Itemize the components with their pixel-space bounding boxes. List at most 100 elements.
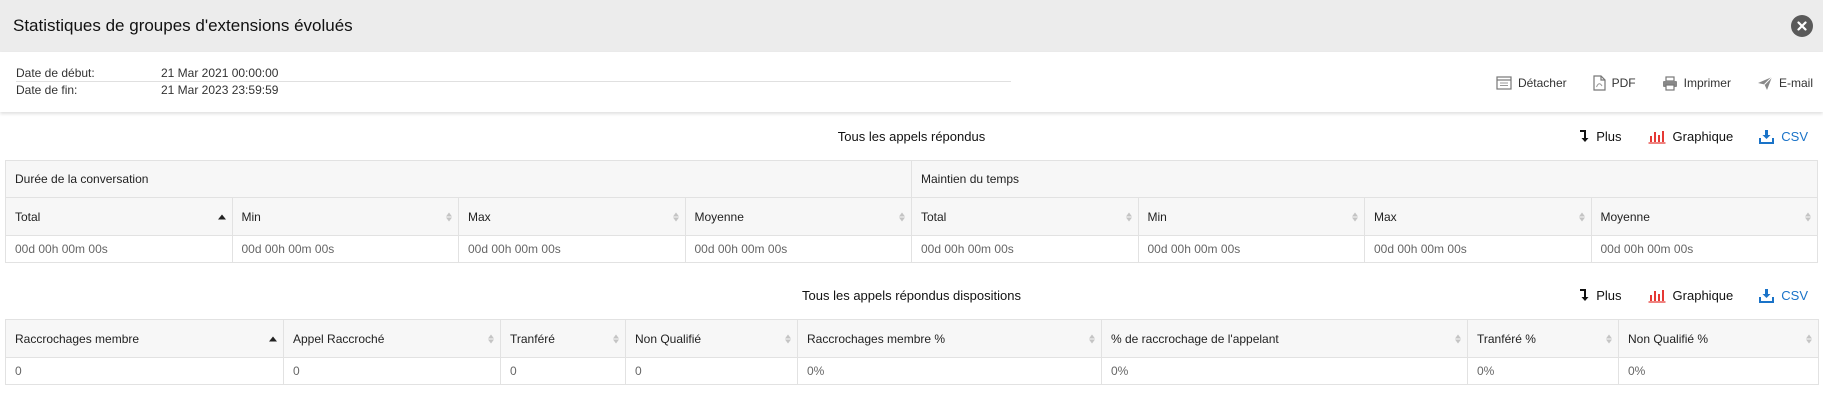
column-header-transferred-pct[interactable]: Tranféré % — [1467, 319, 1619, 358]
start-date-value: 21 Mar 2021 00:00:00 — [161, 66, 279, 80]
date-range: Date de début: 21 Mar 2021 00:00:00 Date… — [16, 65, 1011, 98]
download-icon — [1759, 129, 1775, 144]
column-header-label: Moyenne — [694, 209, 744, 224]
table-header-row: Raccrochages membre Appel Raccroché Tran… — [5, 319, 1819, 358]
sort-icon[interactable] — [488, 334, 494, 343]
sort-icon[interactable] — [613, 334, 619, 343]
more-button[interactable]: Plus — [1579, 129, 1622, 144]
column-header-label: Min — [1147, 209, 1167, 224]
sort-icon[interactable] — [1578, 212, 1585, 221]
print-label: Imprimer — [1683, 76, 1731, 90]
pdf-button[interactable]: PDF — [1593, 75, 1636, 91]
chart-button[interactable]: Graphique — [1648, 287, 1734, 303]
column-header-average[interactable]: Moyenne — [684, 197, 912, 236]
table-cell: 0 — [283, 357, 501, 385]
detach-label: Détacher — [1517, 76, 1567, 90]
column-header-hold-max[interactable]: Max — [1364, 197, 1592, 236]
answered-calls-table: Durée de la conversation Maintien du tem… — [5, 160, 1818, 263]
column-header-member-hangups[interactable]: Raccrochages membre — [5, 319, 284, 358]
table-cell: 00d 00h 00m 00s — [1590, 235, 1818, 263]
more-label: Plus — [1596, 287, 1622, 303]
table-cell: 0% — [797, 357, 1102, 385]
chart-button[interactable]: Graphique — [1648, 128, 1734, 144]
table-cell: 00d 00h 00m 00s — [684, 235, 912, 263]
column-header-caller-hangup[interactable]: Appel Raccroché — [283, 319, 501, 358]
start-date-row: Date de début: 21 Mar 2021 00:00:00 — [16, 65, 1011, 82]
email-label: E-mail — [1778, 76, 1813, 90]
section-answered-calls-header: Tous les appels répondus Plus Graphique — [0, 112, 1823, 160]
sort-icon[interactable] — [1606, 334, 1612, 343]
column-header-label: Moyenne — [1600, 209, 1650, 224]
column-header-min[interactable]: Min — [231, 197, 459, 236]
column-header-label: Raccrochages membre — [15, 331, 140, 346]
column-header-label: Min — [241, 209, 261, 224]
end-date-value: 21 Mar 2023 23:59:59 — [161, 83, 279, 97]
sort-asc-icon[interactable] — [269, 336, 277, 341]
table-cell: 00d 00h 00m 00s — [231, 235, 459, 263]
sort-icon[interactable] — [785, 334, 791, 343]
chart-label: Graphique — [1672, 128, 1734, 144]
report-actions: Détacher PDF Imprimer E-mail — [1496, 75, 1813, 91]
column-header-member-hangups-pct[interactable]: Raccrochages membre % — [797, 319, 1102, 358]
table-cell: 0% — [1467, 357, 1619, 385]
column-header-transferred[interactable]: Tranféré — [500, 319, 626, 358]
csv-button[interactable]: CSV — [1759, 288, 1808, 303]
bar-chart-icon — [1648, 289, 1666, 303]
column-header-unqualified-pct[interactable]: Non Qualifié % — [1618, 319, 1819, 358]
sort-asc-icon[interactable] — [217, 214, 226, 219]
detach-icon — [1496, 76, 1512, 90]
table-cell: 0% — [1101, 357, 1468, 385]
download-icon — [1759, 288, 1775, 303]
column-header-unqualified[interactable]: Non Qualifié — [625, 319, 798, 358]
sort-icon[interactable] — [1125, 212, 1132, 221]
column-header-label: Raccrochages membre % — [807, 331, 946, 346]
csv-label: CSV — [1781, 128, 1808, 144]
column-header-caller-hangup-pct[interactable]: % de raccrochage de l'appelant — [1101, 319, 1468, 358]
column-header-label: Max — [1374, 209, 1397, 224]
close-icon — [1797, 21, 1807, 31]
table-row: 0 0 0 0 0% 0% 0% 0% — [5, 357, 1819, 385]
start-date-label: Date de début: — [16, 66, 95, 80]
column-header-hold-total[interactable]: Total — [911, 197, 1139, 236]
table-cell: 00d 00h 00m 00s — [5, 235, 233, 263]
chart-label: Graphique — [1672, 287, 1734, 303]
group-header-hold-time: Maintien du temps — [911, 160, 1818, 198]
email-button[interactable]: E-mail — [1757, 76, 1813, 91]
sort-icon[interactable] — [446, 212, 452, 221]
table-cell: 0 — [5, 357, 284, 385]
dialog-header: Statistiques de groupes d'extensions évo… — [0, 0, 1823, 52]
table-group-header-row: Durée de la conversation Maintien du tem… — [5, 160, 1818, 198]
bar-chart-icon — [1648, 130, 1666, 144]
sort-icon[interactable] — [1805, 212, 1811, 221]
column-header-hold-min[interactable]: Min — [1137, 197, 1365, 236]
sort-icon[interactable] — [899, 212, 905, 221]
sort-icon[interactable] — [672, 212, 679, 221]
sort-icon[interactable] — [1455, 334, 1461, 343]
more-button[interactable]: Plus — [1579, 287, 1622, 303]
section-title: Tous les appels répondus — [837, 128, 986, 144]
page-title: Statistiques de groupes d'extensions évo… — [13, 16, 353, 35]
sort-icon[interactable] — [1089, 334, 1095, 343]
column-header-hold-average[interactable]: Moyenne — [1590, 197, 1818, 236]
table-cell: 0% — [1618, 357, 1819, 385]
column-header-label: Appel Raccroché — [293, 331, 385, 346]
section-title: Tous les appels répondus dispositions — [802, 287, 1021, 303]
csv-button[interactable]: CSV — [1759, 129, 1808, 144]
column-header-total[interactable]: Total — [5, 197, 233, 236]
sort-icon[interactable] — [1352, 212, 1358, 221]
report-info-bar: Date de début: 21 Mar 2021 00:00:00 Date… — [0, 52, 1823, 112]
end-date-label: Date de fin: — [16, 83, 78, 97]
table-header-row: Total Min Max Moyenne Total Min Max Moye… — [5, 197, 1818, 236]
sort-icon[interactable] — [1806, 334, 1812, 343]
table-cell: 00d 00h 00m 00s — [1137, 235, 1365, 263]
print-button[interactable]: Imprimer — [1662, 75, 1731, 91]
csv-label: CSV — [1781, 287, 1808, 303]
table-cell: 0 — [500, 357, 626, 385]
pdf-label: PDF — [1611, 76, 1636, 90]
table-cell: 0 — [625, 357, 798, 385]
close-button[interactable] — [1791, 15, 1813, 37]
detach-button[interactable]: Détacher — [1496, 76, 1567, 90]
table-row: 00d 00h 00m 00s 00d 00h 00m 00s 00d 00h … — [5, 235, 1818, 263]
column-header-label: Tranféré % — [1477, 331, 1536, 346]
column-header-max[interactable]: Max — [458, 197, 686, 236]
